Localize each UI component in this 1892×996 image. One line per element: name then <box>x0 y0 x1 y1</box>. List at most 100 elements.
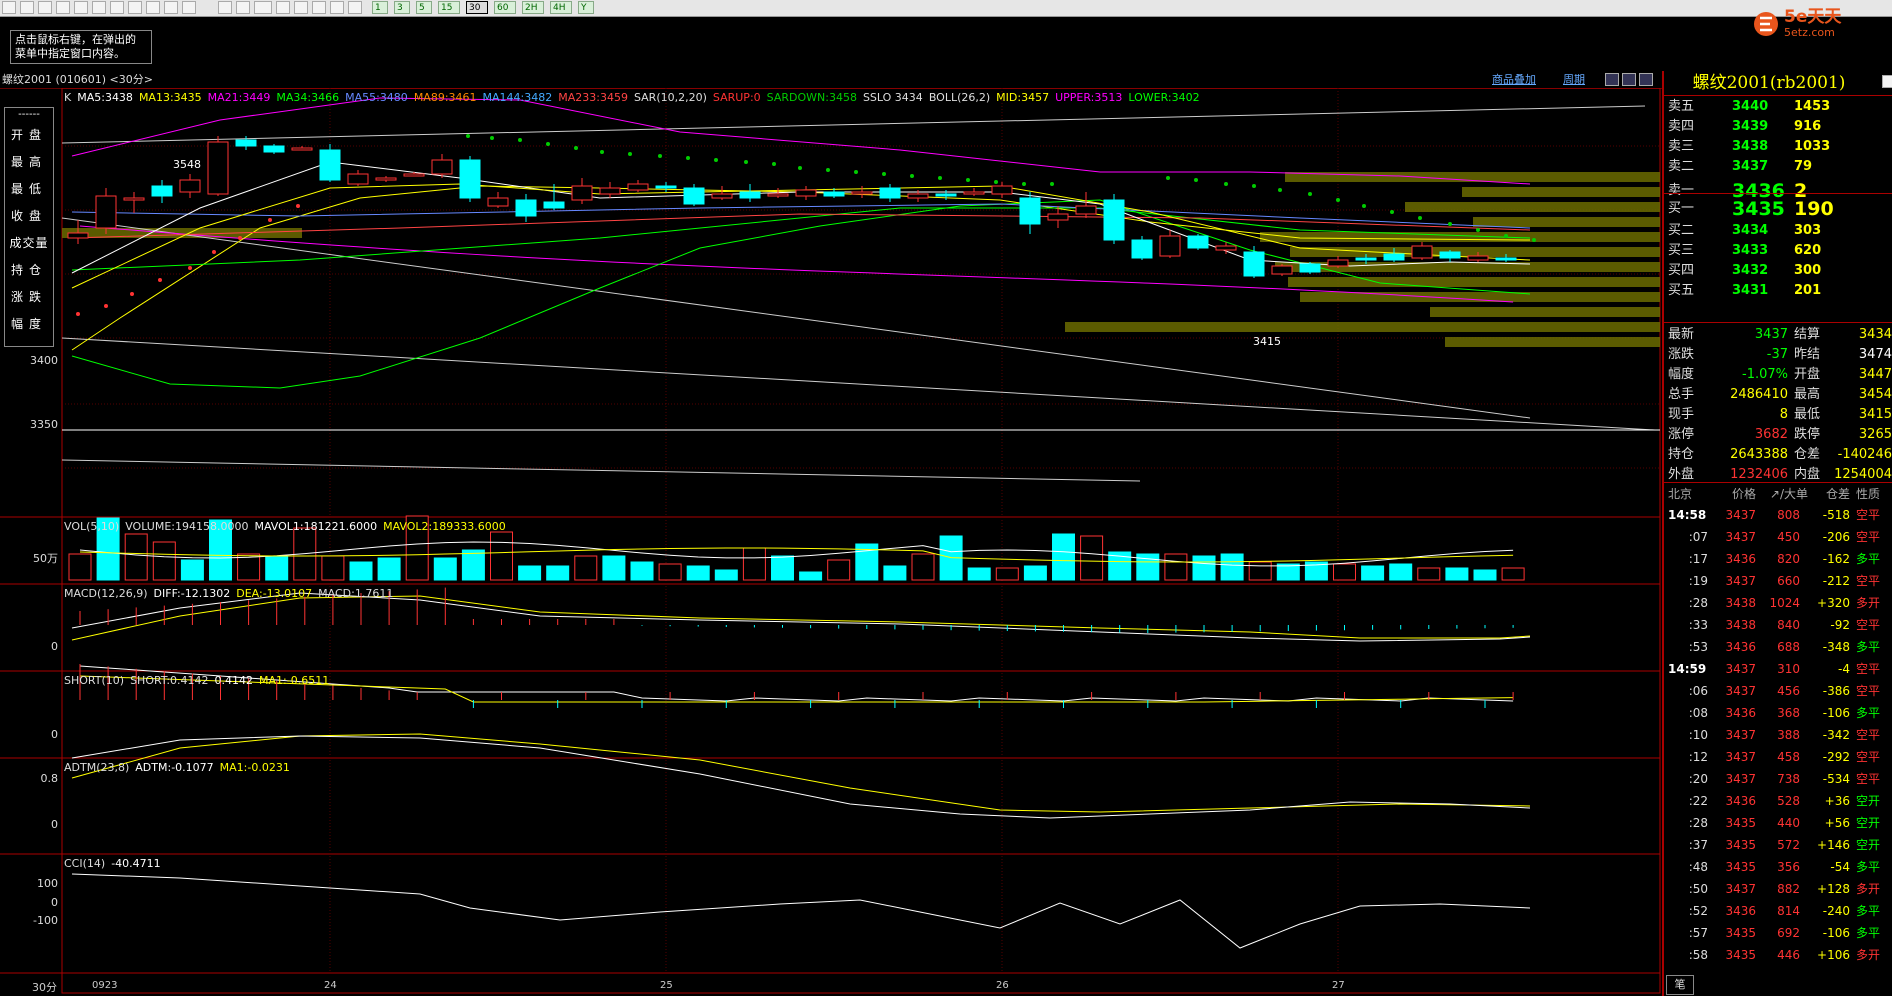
window-split-icon[interactable] <box>1622 73 1636 86</box>
candle-body <box>263 145 285 153</box>
sar-up-dot <box>158 278 162 282</box>
window-left-icon[interactable] <box>1605 73 1619 86</box>
volume-profile-bar <box>1473 217 1660 227</box>
zoom-out-icon[interactable] <box>92 1 106 14</box>
sar-down-dot <box>826 168 830 172</box>
period-button-30[interactable]: 30 <box>466 1 488 14</box>
tick-volume: 528 <box>1777 794 1800 808</box>
sar-down-dot <box>658 154 662 158</box>
ask-row[interactable]: 卖二 3437 79 <box>1668 157 1892 177</box>
volume-bar <box>1417 567 1441 581</box>
period-button-y[interactable]: Y <box>578 1 594 14</box>
adtm-indicators-item: MA1:-0.0231 <box>219 761 290 774</box>
filter-icon[interactable] <box>164 1 178 14</box>
period-button-5[interactable]: 5 <box>416 1 432 14</box>
sar-down-dot <box>714 158 718 162</box>
short-indicators-item: SHORT(10) <box>64 674 125 687</box>
candle-body <box>655 185 677 189</box>
ask-row[interactable]: 卖五 3440 1453 <box>1668 97 1892 117</box>
candle-body <box>1299 263 1321 273</box>
zoom-in-icon[interactable] <box>74 1 88 14</box>
volume-bar <box>1389 563 1413 581</box>
period-button-60[interactable]: 60 <box>494 1 516 14</box>
cci-indicator-line: CCI(14) -40.4711 <box>64 857 167 870</box>
window-icon[interactable] <box>110 1 124 14</box>
volume-bar <box>742 547 766 581</box>
tick-oi-change: -92 <box>1830 618 1850 632</box>
period-button-4h[interactable]: 4H <box>550 1 572 14</box>
bid-row[interactable]: 买五 3431 201 <box>1668 281 1892 301</box>
year-period-icon[interactable] <box>348 1 362 14</box>
formula-icon[interactable] <box>182 1 196 14</box>
volume-bar <box>433 557 457 581</box>
tick-type: 空平 <box>1856 684 1881 698</box>
candle-body <box>487 197 509 207</box>
bid-row[interactable]: 买一 3435 190 <box>1668 197 1892 221</box>
sar-down-dot <box>1532 238 1536 242</box>
ask-row[interactable]: 卖四 3439 916 <box>1668 117 1892 137</box>
overlay-link[interactable]: 商品叠加 <box>1492 71 1536 88</box>
tick-tab[interactable]: 笔 <box>1666 975 1694 995</box>
period-button-1[interactable]: 1 <box>372 1 388 14</box>
ask-row[interactable]: 卖三 3438 1033 <box>1668 137 1892 157</box>
price-label-3400: 3400 <box>30 354 58 367</box>
month-period-icon[interactable] <box>312 1 326 14</box>
volume-bar <box>574 555 598 581</box>
tick-row: :22 3436 528 +36 空开 <box>1668 791 1892 812</box>
candle-body <box>1019 197 1041 225</box>
week-period-icon[interactable] <box>294 1 308 14</box>
tick-price: 3437 <box>1725 508 1756 522</box>
tick-oi-change: -342 <box>1822 728 1850 742</box>
toolbar: 1 3 5 15 30 60 2H 4H Y <box>0 0 1892 17</box>
sar-down-dot <box>1252 184 1256 188</box>
period-button-3[interactable]: 3 <box>394 1 410 14</box>
window-max-icon[interactable] <box>1639 73 1653 86</box>
volume-bar <box>1473 569 1497 581</box>
candle-body <box>823 191 845 197</box>
quote-label: 最低 <box>1794 407 1821 422</box>
season-period-icon[interactable] <box>330 1 344 14</box>
chart-canvas[interactable] <box>0 88 1662 996</box>
tick-row: :37 3435 572 +146 空开 <box>1668 835 1892 856</box>
period-link[interactable]: 周期 <box>1563 71 1585 88</box>
bid-row[interactable]: 买三 3433 620 <box>1668 241 1892 261</box>
day-period-icon[interactable] <box>276 1 290 14</box>
candle-body <box>599 187 621 195</box>
quote-value: 3434 <box>1858 327 1892 342</box>
candle-body <box>319 149 341 181</box>
panel-toggle-icon[interactable] <box>1882 75 1892 88</box>
macd-indicators-item: MACD:1.7611 <box>318 587 394 600</box>
kline-indicators-item: BOLL(26,2) <box>928 91 991 104</box>
draw-line-icon[interactable] <box>128 1 142 14</box>
bid-row[interactable]: 买二 3434 303 <box>1668 221 1892 241</box>
quote-icon[interactable] <box>38 1 52 14</box>
adtm-indicator-line: ADTM(23,8) ADTM:-0.1077 MA1:-0.0231 <box>64 761 296 774</box>
tick-time: :57 <box>1688 926 1708 940</box>
dea-line <box>71 595 1531 641</box>
chart-area[interactable]: K MA5:3438 MA13:3435 MA21:3449 MA34:3466 MA55… <box>0 88 1662 996</box>
tick-type: 多平 <box>1856 926 1881 940</box>
period-button-15[interactable]: 15 <box>438 1 460 14</box>
tick-icon[interactable] <box>254 1 272 14</box>
tick-volume: 814 <box>1777 904 1800 918</box>
volume-bar <box>265 555 289 581</box>
legend-oi: 持仓 <box>10 263 47 277</box>
bid-row[interactable]: 买四 3432 300 <box>1668 261 1892 281</box>
refresh-icon[interactable] <box>56 1 70 14</box>
home-icon[interactable] <box>2 1 16 14</box>
sar-down-dot <box>1050 182 1054 186</box>
sar-down-dot <box>1336 198 1340 202</box>
news-icon[interactable] <box>20 1 34 14</box>
volume-bar <box>461 549 485 581</box>
tick-price: 3438 <box>1725 596 1756 610</box>
adtm-label-08: 0.8 <box>40 772 59 785</box>
tick-row: 14:59 3437 310 -4 空平 <box>1668 659 1892 680</box>
grid-icon[interactable] <box>218 1 232 14</box>
candle-body <box>1327 259 1349 267</box>
brush-icon[interactable] <box>146 1 160 14</box>
list-icon[interactable] <box>236 1 250 14</box>
quote-value: 3454 <box>1858 387 1892 402</box>
volume-bar <box>377 557 401 581</box>
quote-value: -1.07% <box>1742 367 1788 382</box>
period-button-2h[interactable]: 2H <box>522 1 544 14</box>
